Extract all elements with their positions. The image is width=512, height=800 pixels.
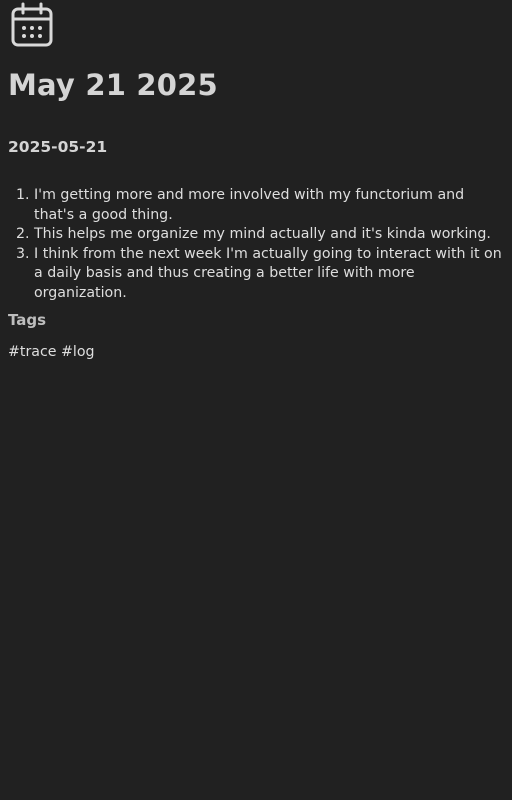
- tag-trace[interactable]: #trace: [8, 344, 57, 360]
- tag-log[interactable]: #log: [61, 344, 95, 360]
- calendar-icon: [10, 2, 54, 48]
- list-item: I'm getting more and more involved with …: [34, 186, 508, 225]
- entries-list: I'm getting more and more involved with …: [8, 186, 508, 303]
- page-title: May 21 2025: [8, 68, 218, 102]
- note-page: May 21 2025 2025-05-21 I'm getting more …: [0, 0, 512, 800]
- list-item: I think from the next week I'm actually …: [34, 245, 508, 304]
- list-item: This helps me organize my mind actually …: [34, 225, 508, 245]
- tags-list: #trace #log: [8, 344, 95, 360]
- date-heading: 2025-05-21: [8, 138, 108, 156]
- tags-heading: Tags: [8, 311, 47, 329]
